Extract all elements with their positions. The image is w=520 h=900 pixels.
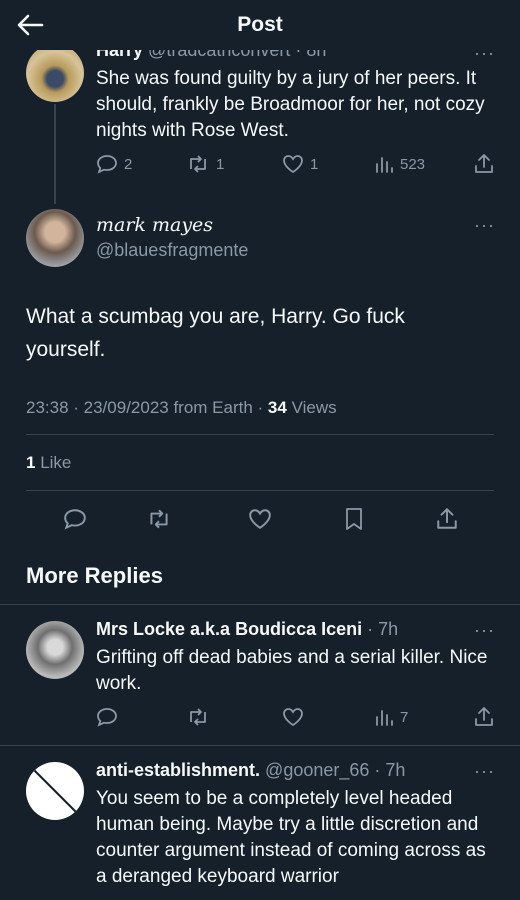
parent-reply-stat[interactable]: 2 — [96, 154, 132, 174]
reply-more-icon[interactable]: ··· — [474, 762, 495, 780]
reply-text: You seem to be a completely level headed… — [96, 788, 486, 887]
top-bar: Post — [0, 0, 520, 50]
main-timestamp-line: 23:38 · 23/09/2023 from Earth · 34 Views — [26, 398, 337, 418]
main-post-text: What a scumbag you are, Harry. Go fuck y… — [26, 305, 405, 361]
divider — [26, 434, 494, 435]
parent-like-stat[interactable]: 1 — [282, 154, 318, 174]
repost-icon — [186, 154, 210, 174]
main-action-bar — [0, 506, 520, 536]
parent-views-stat[interactable]: 523 — [374, 154, 425, 174]
parent-avatar[interactable] — [26, 44, 84, 102]
reply-item[interactable]: anti-establishment. @gooner_66 · 7h ··· … — [0, 746, 520, 900]
parent-views-count: 523 — [400, 155, 426, 173]
main-view-count: 34 — [267, 398, 287, 417]
views-icon — [374, 154, 394, 174]
main-views-label: Views — [286, 398, 337, 417]
repost-icon[interactable] — [186, 707, 210, 727]
parent-post-text: She was found guilty by a jury of her pe… — [96, 68, 485, 141]
reply-views-stat[interactable]: 7 — [374, 707, 408, 727]
main-author-name[interactable]: mark mayes — [96, 214, 213, 236]
parent-share-icon[interactable] — [474, 153, 494, 175]
page-title: Post — [237, 13, 283, 36]
parent-reply-count: 2 — [124, 155, 133, 173]
main-post: mark mayes @blauesfragmente ··· What a s… — [0, 200, 520, 540]
reply-more-icon[interactable]: ··· — [474, 621, 495, 639]
main-like-label: Like — [35, 453, 72, 472]
reply-views-count: 7 — [400, 708, 409, 726]
share-icon[interactable] — [436, 507, 458, 531]
reply-meta: · 7h — [367, 619, 399, 639]
main-avatar[interactable] — [26, 209, 84, 267]
parent-like-count: 1 — [310, 155, 319, 173]
reply-avatar[interactable] — [26, 621, 84, 679]
reply-author-line: anti-establishment. @gooner_66 · 7h — [96, 760, 405, 781]
bookmark-icon[interactable] — [344, 507, 364, 531]
share-icon[interactable] — [474, 706, 494, 728]
slash-icon — [33, 769, 77, 813]
reply-icon[interactable] — [96, 707, 118, 727]
more-replies-heading: More Replies — [26, 563, 163, 588]
heart-icon — [282, 154, 304, 174]
reply-author-name[interactable]: anti-establishment. — [96, 760, 260, 780]
divider — [26, 490, 494, 491]
main-handle[interactable]: @blauesfragmente — [96, 240, 248, 261]
main-timestamp: 23:38 · 23/09/2023 from Earth · — [26, 398, 268, 417]
repost-icon[interactable] — [146, 507, 172, 531]
reply-author-name[interactable]: Mrs Locke a.k.a Boudicca Iceni — [96, 619, 362, 639]
reply-author-line: Mrs Locke a.k.a Boudicca Iceni · 7h — [96, 619, 398, 640]
main-like-summary[interactable]: 1 Like — [26, 453, 71, 473]
reply-avatar[interactable] — [26, 762, 84, 820]
parent-repost-count: 1 — [216, 155, 225, 173]
main-more-icon[interactable]: ··· — [474, 216, 495, 234]
reply-icon[interactable] — [63, 507, 87, 531]
thread-line — [54, 104, 56, 204]
views-icon — [374, 707, 394, 727]
reply-item[interactable]: Mrs Locke a.k.a Boudicca Iceni · 7h ··· … — [0, 605, 520, 745]
heart-icon[interactable] — [282, 707, 304, 727]
reply-meta: @gooner_66 · 7h — [265, 760, 406, 780]
reply-text: Grifting off dead babies and a serial ki… — [96, 647, 488, 694]
parent-repost-stat[interactable]: 1 — [186, 154, 224, 174]
heart-icon[interactable] — [248, 507, 272, 531]
reply-icon — [96, 154, 118, 174]
